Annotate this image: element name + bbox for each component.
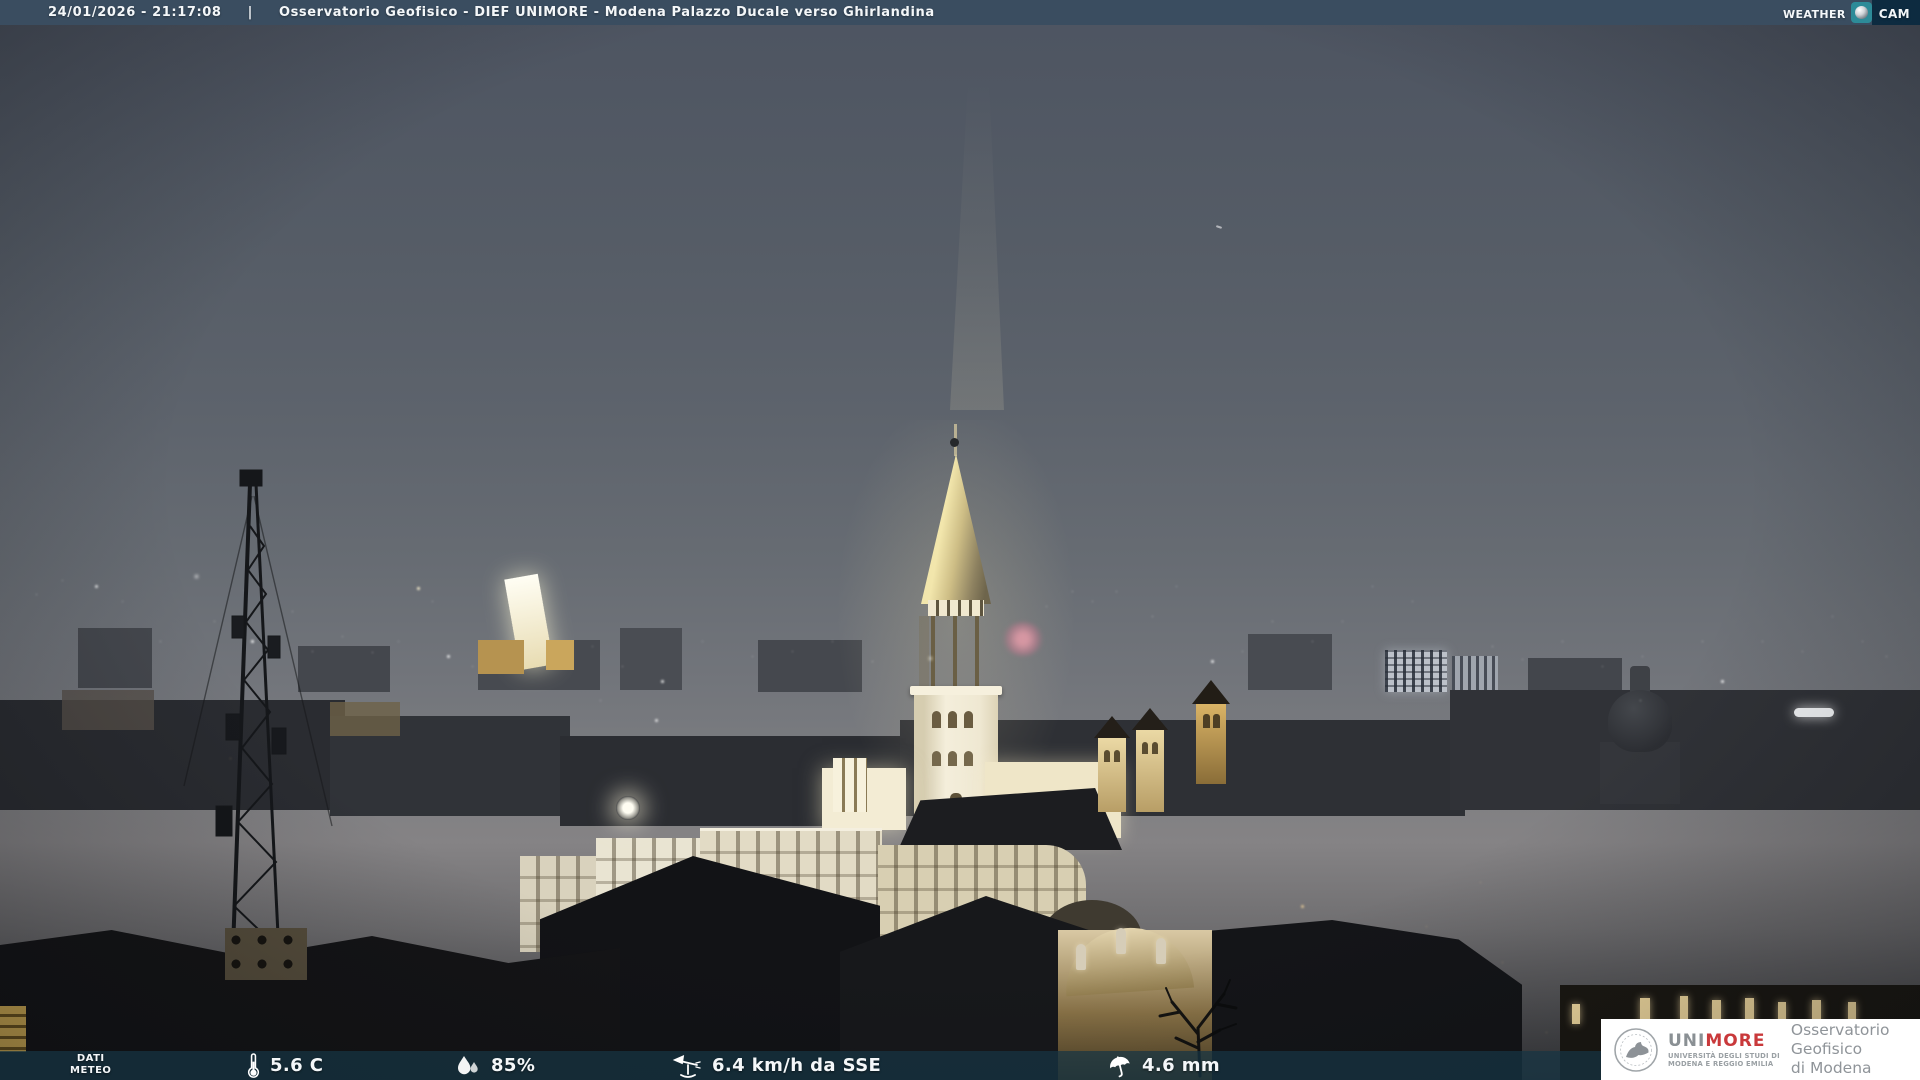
university-name: UNIVERSITÀ DEGLI STUDI DI MODENA E REGGI… bbox=[1668, 1052, 1780, 1068]
wind-value: 6.4 km/h da SSE bbox=[712, 1055, 882, 1076]
unimore-wordmark: UNIMORE UNIVERSITÀ DEGLI STUDI DI MODENA… bbox=[1668, 1032, 1780, 1068]
humidity-value: 85% bbox=[491, 1055, 536, 1076]
weathercam-weather-text: Weather bbox=[1782, 3, 1846, 22]
humidity-icon bbox=[458, 1055, 478, 1074]
observatory-name: Osservatorio Geofisico di Modena bbox=[1791, 1021, 1920, 1078]
sphere-glyph bbox=[1854, 6, 1868, 19]
weathercam-logo: Weather Cam bbox=[1783, 0, 1920, 25]
separator: | bbox=[247, 5, 253, 20]
humidity-reading: 85% bbox=[455, 1051, 535, 1080]
university-name-line1: UNIVERSITÀ DEGLI STUDI DI bbox=[1668, 1051, 1780, 1060]
observatory-name-line1: Osservatorio Geofisico bbox=[1790, 1021, 1890, 1058]
top-info-bar: 24/01/2026 - 21:17:08 | Osservatorio Geo… bbox=[0, 0, 1920, 25]
unimore-logo-card: UNIMORE UNIVERSITÀ DEGLI STUDI DI MODENA… bbox=[1601, 1019, 1920, 1080]
thermometer-icon bbox=[247, 1053, 260, 1078]
rain-umbrella-icon bbox=[1110, 1055, 1130, 1077]
datetime-text: 24/01/2026 - 21:17:08 bbox=[48, 5, 222, 20]
rain-reading: 4.6 mm bbox=[1108, 1051, 1220, 1080]
unimore-brand-line: UNIMORE bbox=[1668, 1032, 1780, 1050]
temperature-value: 5.6 C bbox=[270, 1055, 324, 1076]
dati-meteo-label: DATI METEO bbox=[70, 1053, 111, 1077]
observatory-name-line2: di Modena bbox=[1790, 1059, 1872, 1077]
wind-reading: 6.4 km/h da SSE bbox=[672, 1051, 881, 1080]
weathercam-cam-text: Cam bbox=[1871, 0, 1920, 25]
webcam-view: 24/01/2026 - 21:17:08 | Osservatorio Geo… bbox=[0, 0, 1920, 1080]
camera-title: Osservatorio Geofisico - DIEF UNIMORE - … bbox=[278, 5, 935, 20]
unimore-more-text: MORE bbox=[1705, 1030, 1766, 1051]
unimore-seal-icon bbox=[1614, 1027, 1658, 1072]
vignette bbox=[0, 0, 1920, 1080]
weathercam-sphere-icon bbox=[1850, 2, 1872, 23]
rain-value: 4.6 mm bbox=[1142, 1055, 1221, 1076]
dati-label-line2: METEO bbox=[70, 1065, 112, 1076]
unimore-uni-text: UNI bbox=[1668, 1030, 1706, 1051]
university-name-line2: MODENA E REGGIO EMILIA bbox=[1668, 1059, 1774, 1068]
wind-vane-icon bbox=[672, 1054, 701, 1078]
dati-label-line1: DATI bbox=[76, 1053, 105, 1064]
temperature-reading: 5.6 C bbox=[247, 1051, 323, 1080]
